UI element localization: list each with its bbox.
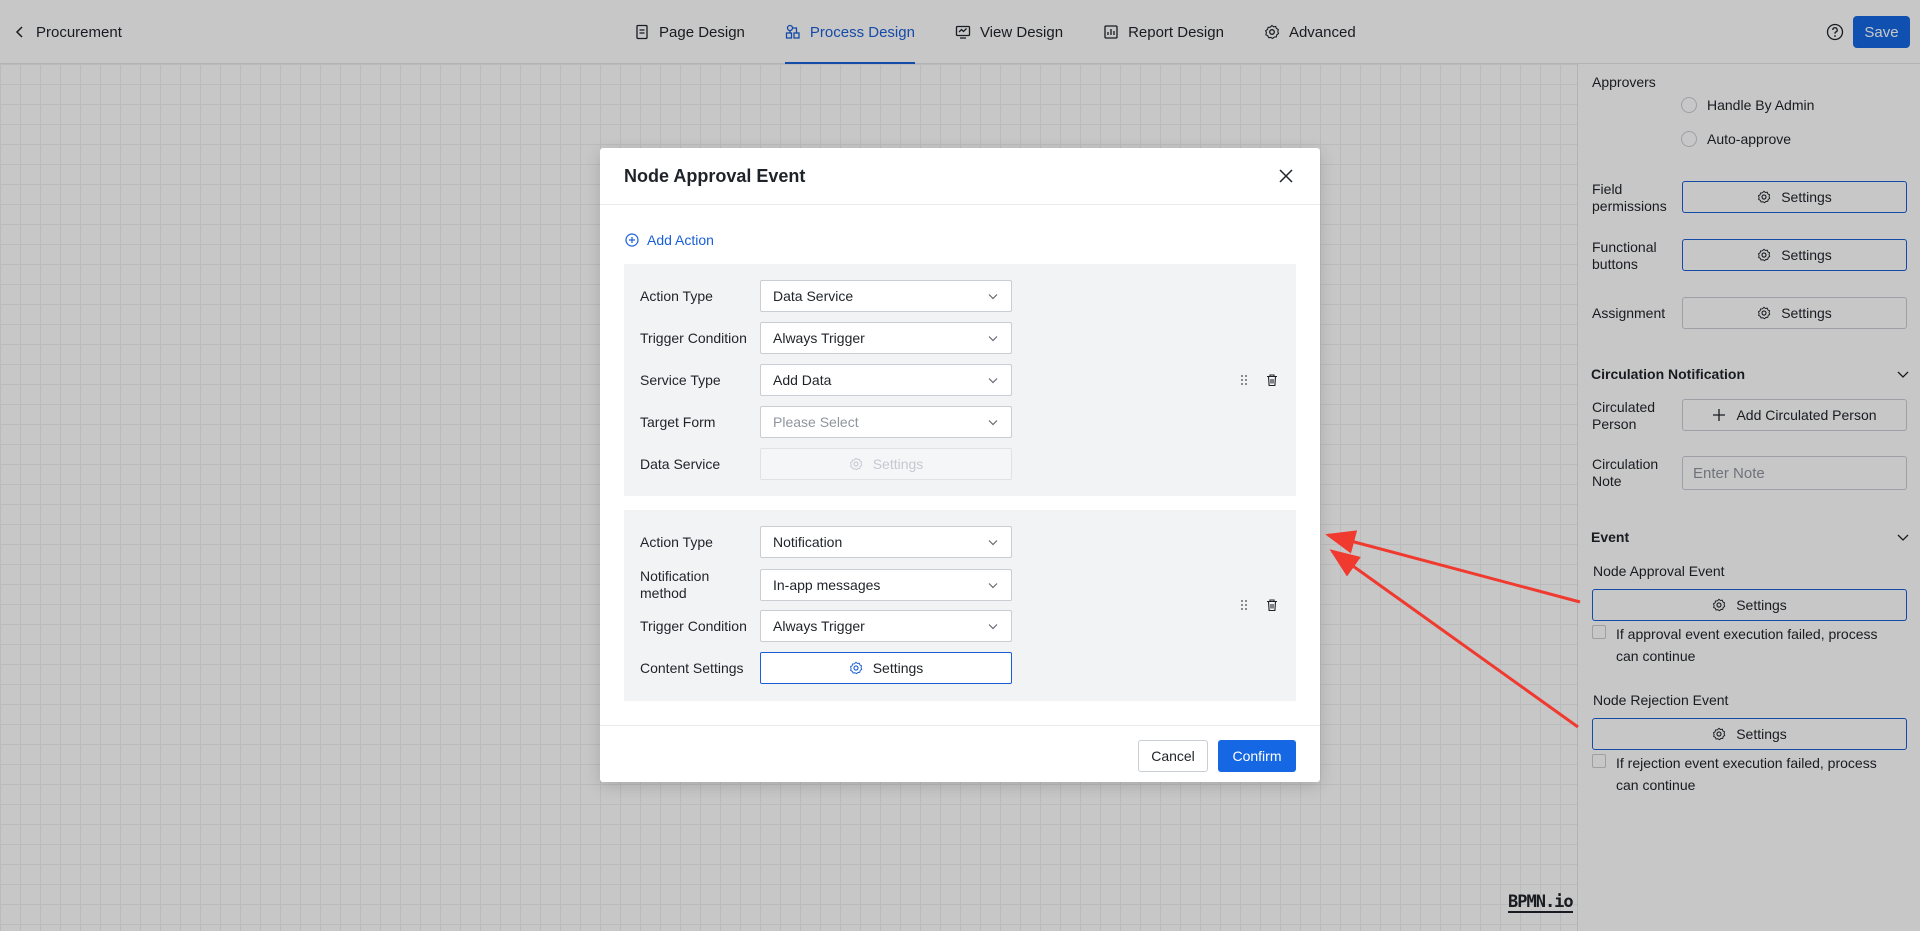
trigger-condition-select[interactable]: Always Trigger (760, 322, 1012, 354)
node-approval-event-dialog: Node Approval Event Add Action Action Ty… (600, 148, 1320, 782)
service-type-row: Service Type Add Data (640, 364, 1012, 396)
card-operations (1237, 373, 1279, 387)
content-settings-row: Content Settings Settings (640, 652, 1012, 684)
action-card-data-service: Action Type Data Service Trigger Conditi… (624, 264, 1296, 496)
plus-circle-icon (625, 233, 639, 247)
close-icon[interactable] (1278, 168, 1294, 184)
action-type-select[interactable]: Notification (760, 526, 1012, 558)
cancel-button[interactable]: Cancel (1138, 740, 1208, 772)
confirm-button[interactable]: Confirm (1218, 740, 1296, 772)
card-operations (1237, 598, 1279, 612)
notification-method-row: Notification method In-app messages (640, 568, 1012, 602)
chevron-down-icon (988, 420, 998, 426)
chevron-down-icon (988, 378, 998, 384)
add-action-button[interactable]: Add Action (625, 232, 714, 248)
trigger-condition-row: Trigger Condition Always Trigger (640, 610, 1012, 642)
chevron-down-icon (988, 540, 998, 546)
content-settings-button[interactable]: Settings (760, 652, 1012, 684)
notification-method-select[interactable]: In-app messages (760, 569, 1012, 601)
gear-icon (849, 457, 862, 471)
action-card-notification: Action Type Notification Notification me… (624, 510, 1296, 701)
chevron-down-icon (988, 336, 998, 342)
gear-icon (849, 661, 862, 675)
drag-handle-icon[interactable] (1237, 598, 1251, 612)
action-type-row: Action Type Data Service (640, 280, 1012, 312)
dialog-title: Node Approval Event (624, 166, 806, 186)
trigger-condition-select[interactable]: Always Trigger (760, 610, 1012, 642)
trigger-condition-row: Trigger Condition Always Trigger (640, 322, 1012, 354)
dialog-header: Node Approval Event (600, 148, 1320, 205)
target-form-row: Target Form Please Select (640, 406, 1012, 438)
chevron-down-icon (988, 294, 998, 300)
action-type-row: Action Type Notification (640, 526, 1012, 558)
data-service-row: Data Service Settings (640, 448, 1012, 480)
chevron-down-icon (988, 583, 998, 589)
chevron-down-icon (988, 624, 998, 630)
delete-icon[interactable] (1265, 598, 1279, 612)
drag-handle-icon[interactable] (1237, 373, 1251, 387)
data-service-settings-button[interactable]: Settings (760, 448, 1012, 480)
dialog-footer: Cancel Confirm (600, 725, 1320, 782)
action-type-select[interactable]: Data Service (760, 280, 1012, 312)
service-type-select[interactable]: Add Data (760, 364, 1012, 396)
delete-icon[interactable] (1265, 373, 1279, 387)
target-form-select[interactable]: Please Select (760, 406, 1012, 438)
